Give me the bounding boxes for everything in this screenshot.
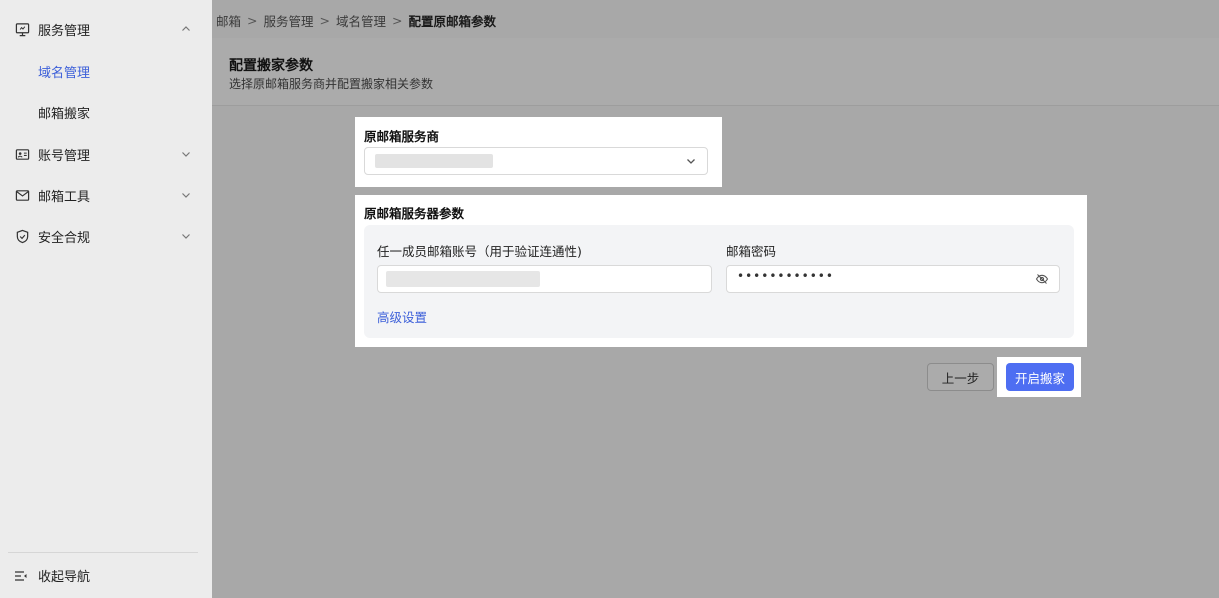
- sidebar-item-security-compliance[interactable]: 安全合规: [0, 216, 212, 256]
- provider-label: 原邮箱服务商: [364, 129, 440, 144]
- sidebar-item-label: 邮箱搬家: [38, 106, 91, 122]
- chevron-down-icon[interactable]: [178, 228, 194, 244]
- collapse-menu-icon: [14, 569, 28, 583]
- sidebar-divider: [8, 552, 198, 553]
- sidebar-item-label: 安全合规: [38, 230, 91, 246]
- breadcrumb-separator: >: [247, 13, 258, 28]
- sidebar-item-account-management[interactable]: 账号管理: [0, 134, 212, 174]
- breadcrumb-separator: >: [392, 13, 403, 28]
- breadcrumb-item[interactable]: 邮箱: [216, 11, 241, 30]
- start-migration-button[interactable]: 开启搬家: [1006, 363, 1074, 391]
- breadcrumb-item[interactable]: 服务管理: [264, 11, 314, 30]
- server-params-label: 原邮箱服务器参数: [364, 206, 465, 221]
- sidebar-item-mail-tools[interactable]: 邮箱工具: [0, 175, 212, 215]
- account-label: 任一成员邮箱账号（用于验证连通性): [377, 244, 582, 259]
- breadcrumb-item[interactable]: 域名管理: [336, 11, 386, 30]
- sidebar-item-label: 服务管理: [38, 23, 91, 39]
- main-content: 邮箱 > 服务管理 > 域名管理 > 配置原邮箱参数 配置搬家参数 选择原邮箱服…: [212, 0, 1219, 598]
- breadcrumb-current: 配置原邮箱参数: [408, 14, 497, 29]
- breadcrumb-separator: >: [319, 13, 330, 28]
- account-input[interactable]: [377, 265, 712, 293]
- page-title: 配置搬家参数: [229, 58, 313, 74]
- eye-off-icon[interactable]: [1035, 272, 1049, 286]
- start-button-highlight: 开启搬家: [997, 357, 1081, 397]
- sidebar-item-domain-management[interactable]: 域名管理: [0, 51, 212, 91]
- advanced-settings-link[interactable]: 高级设置: [377, 307, 427, 326]
- prev-step-button[interactable]: 上一步: [927, 363, 994, 391]
- monitor-icon: [14, 21, 30, 37]
- sidebar: 服务管理 域名管理 邮箱搬家 账号管理 邮箱工具 安全合规 收起导航: [0, 0, 212, 598]
- provider-card: 原邮箱服务商: [355, 117, 722, 187]
- provider-select[interactable]: [364, 147, 708, 175]
- shield-check-icon: [14, 228, 30, 244]
- password-input[interactable]: ••••••••••••: [726, 265, 1060, 293]
- collapse-nav-label: 收起导航: [38, 570, 91, 585]
- page-header: 配置搬家参数 选择原邮箱服务商并配置搬家相关参数: [212, 38, 1219, 106]
- id-card-icon: [14, 146, 30, 162]
- password-value: ••••••••••••: [737, 269, 834, 283]
- account-value: [386, 271, 540, 287]
- chevron-down-icon: [685, 155, 697, 167]
- server-params-panel: 任一成员邮箱账号（用于验证连通性) 邮箱密码 •••••••••••• 高级设置: [364, 225, 1074, 338]
- sidebar-item-label: 域名管理: [38, 65, 91, 81]
- mail-icon: [14, 187, 30, 203]
- page-subtitle: 选择原邮箱服务商并配置搬家相关参数: [229, 77, 434, 91]
- chevron-down-icon[interactable]: [178, 187, 194, 203]
- provider-selected-value: [375, 154, 493, 168]
- sidebar-item-label: 邮箱工具: [38, 189, 91, 205]
- chevron-up-icon[interactable]: [178, 21, 194, 37]
- password-label: 邮箱密码: [726, 244, 777, 259]
- collapse-nav-button[interactable]: 收起导航: [14, 566, 90, 585]
- chevron-down-icon[interactable]: [178, 146, 194, 162]
- server-params-card: 原邮箱服务器参数 任一成员邮箱账号（用于验证连通性) 邮箱密码 ••••••••…: [355, 195, 1087, 347]
- sidebar-item-service-management[interactable]: 服务管理: [0, 9, 212, 49]
- sidebar-item-label: 账号管理: [38, 148, 91, 164]
- sidebar-item-mail-migration[interactable]: 邮箱搬家: [0, 92, 212, 132]
- breadcrumb: 邮箱 > 服务管理 > 域名管理 > 配置原邮箱参数: [216, 11, 496, 30]
